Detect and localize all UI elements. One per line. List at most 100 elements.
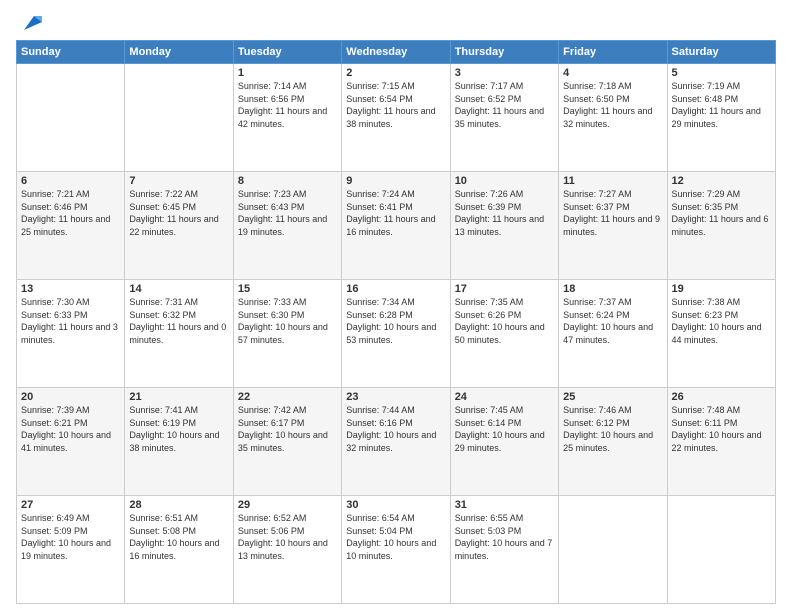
calendar-cell: 28Sunrise: 6:51 AM Sunset: 5:08 PM Dayli… bbox=[125, 496, 233, 604]
day-header-wednesday: Wednesday bbox=[342, 41, 450, 64]
day-info: Sunrise: 7:31 AM Sunset: 6:32 PM Dayligh… bbox=[129, 296, 228, 346]
day-info: Sunrise: 7:48 AM Sunset: 6:11 PM Dayligh… bbox=[672, 404, 771, 454]
day-info: Sunrise: 7:22 AM Sunset: 6:45 PM Dayligh… bbox=[129, 188, 228, 238]
day-number: 9 bbox=[346, 175, 445, 187]
day-info: Sunrise: 7:35 AM Sunset: 6:26 PM Dayligh… bbox=[455, 296, 554, 346]
calendar-cell: 4Sunrise: 7:18 AM Sunset: 6:50 PM Daylig… bbox=[559, 64, 667, 172]
day-number: 22 bbox=[238, 391, 337, 403]
day-info: Sunrise: 7:42 AM Sunset: 6:17 PM Dayligh… bbox=[238, 404, 337, 454]
calendar-cell: 6Sunrise: 7:21 AM Sunset: 6:46 PM Daylig… bbox=[17, 172, 125, 280]
day-number: 3 bbox=[455, 67, 554, 79]
day-info: Sunrise: 7:38 AM Sunset: 6:23 PM Dayligh… bbox=[672, 296, 771, 346]
day-info: Sunrise: 7:27 AM Sunset: 6:37 PM Dayligh… bbox=[563, 188, 662, 238]
day-number: 1 bbox=[238, 67, 337, 79]
day-number: 2 bbox=[346, 67, 445, 79]
calendar-cell: 20Sunrise: 7:39 AM Sunset: 6:21 PM Dayli… bbox=[17, 388, 125, 496]
day-info: Sunrise: 7:39 AM Sunset: 6:21 PM Dayligh… bbox=[21, 404, 120, 454]
calendar-cell: 2Sunrise: 7:15 AM Sunset: 6:54 PM Daylig… bbox=[342, 64, 450, 172]
day-info: Sunrise: 7:21 AM Sunset: 6:46 PM Dayligh… bbox=[21, 188, 120, 238]
header bbox=[16, 12, 776, 34]
day-number: 30 bbox=[346, 499, 445, 511]
day-info: Sunrise: 6:51 AM Sunset: 5:08 PM Dayligh… bbox=[129, 512, 228, 562]
calendar-table: SundayMondayTuesdayWednesdayThursdayFrid… bbox=[16, 40, 776, 604]
day-number: 23 bbox=[346, 391, 445, 403]
calendar-cell: 5Sunrise: 7:19 AM Sunset: 6:48 PM Daylig… bbox=[667, 64, 775, 172]
day-number: 15 bbox=[238, 283, 337, 295]
calendar-cell: 10Sunrise: 7:26 AM Sunset: 6:39 PM Dayli… bbox=[450, 172, 558, 280]
calendar-week-4: 20Sunrise: 7:39 AM Sunset: 6:21 PM Dayli… bbox=[17, 388, 776, 496]
day-number: 4 bbox=[563, 67, 662, 79]
day-number: 10 bbox=[455, 175, 554, 187]
day-number: 26 bbox=[672, 391, 771, 403]
day-number: 25 bbox=[563, 391, 662, 403]
day-number: 7 bbox=[129, 175, 228, 187]
day-number: 17 bbox=[455, 283, 554, 295]
day-info: Sunrise: 7:17 AM Sunset: 6:52 PM Dayligh… bbox=[455, 80, 554, 130]
day-info: Sunrise: 7:46 AM Sunset: 6:12 PM Dayligh… bbox=[563, 404, 662, 454]
calendar-cell: 26Sunrise: 7:48 AM Sunset: 6:11 PM Dayli… bbox=[667, 388, 775, 496]
calendar-cell: 23Sunrise: 7:44 AM Sunset: 6:16 PM Dayli… bbox=[342, 388, 450, 496]
day-info: Sunrise: 7:14 AM Sunset: 6:56 PM Dayligh… bbox=[238, 80, 337, 130]
day-header-friday: Friday bbox=[559, 41, 667, 64]
day-number: 24 bbox=[455, 391, 554, 403]
day-info: Sunrise: 7:41 AM Sunset: 6:19 PM Dayligh… bbox=[129, 404, 228, 454]
day-header-tuesday: Tuesday bbox=[233, 41, 341, 64]
calendar-cell: 12Sunrise: 7:29 AM Sunset: 6:35 PM Dayli… bbox=[667, 172, 775, 280]
calendar-cell: 8Sunrise: 7:23 AM Sunset: 6:43 PM Daylig… bbox=[233, 172, 341, 280]
calendar-cell: 18Sunrise: 7:37 AM Sunset: 6:24 PM Dayli… bbox=[559, 280, 667, 388]
calendar-week-5: 27Sunrise: 6:49 AM Sunset: 5:09 PM Dayli… bbox=[17, 496, 776, 604]
calendar-cell bbox=[559, 496, 667, 604]
calendar-cell bbox=[667, 496, 775, 604]
calendar-cell: 3Sunrise: 7:17 AM Sunset: 6:52 PM Daylig… bbox=[450, 64, 558, 172]
day-info: Sunrise: 7:15 AM Sunset: 6:54 PM Dayligh… bbox=[346, 80, 445, 130]
day-number: 31 bbox=[455, 499, 554, 511]
day-info: Sunrise: 7:34 AM Sunset: 6:28 PM Dayligh… bbox=[346, 296, 445, 346]
day-number: 13 bbox=[21, 283, 120, 295]
calendar-cell: 30Sunrise: 6:54 AM Sunset: 5:04 PM Dayli… bbox=[342, 496, 450, 604]
calendar-week-3: 13Sunrise: 7:30 AM Sunset: 6:33 PM Dayli… bbox=[17, 280, 776, 388]
calendar-cell: 24Sunrise: 7:45 AM Sunset: 6:14 PM Dayli… bbox=[450, 388, 558, 496]
day-info: Sunrise: 7:45 AM Sunset: 6:14 PM Dayligh… bbox=[455, 404, 554, 454]
day-info: Sunrise: 7:19 AM Sunset: 6:48 PM Dayligh… bbox=[672, 80, 771, 130]
day-info: Sunrise: 6:55 AM Sunset: 5:03 PM Dayligh… bbox=[455, 512, 554, 562]
day-number: 5 bbox=[672, 67, 771, 79]
day-header-sunday: Sunday bbox=[17, 41, 125, 64]
calendar-cell: 21Sunrise: 7:41 AM Sunset: 6:19 PM Dayli… bbox=[125, 388, 233, 496]
day-info: Sunrise: 6:49 AM Sunset: 5:09 PM Dayligh… bbox=[21, 512, 120, 562]
day-number: 27 bbox=[21, 499, 120, 511]
day-number: 21 bbox=[129, 391, 228, 403]
calendar-body: 1Sunrise: 7:14 AM Sunset: 6:56 PM Daylig… bbox=[17, 64, 776, 604]
day-number: 20 bbox=[21, 391, 120, 403]
day-info: Sunrise: 7:30 AM Sunset: 6:33 PM Dayligh… bbox=[21, 296, 120, 346]
calendar-cell: 9Sunrise: 7:24 AM Sunset: 6:41 PM Daylig… bbox=[342, 172, 450, 280]
calendar-cell: 19Sunrise: 7:38 AM Sunset: 6:23 PM Dayli… bbox=[667, 280, 775, 388]
calendar-cell: 22Sunrise: 7:42 AM Sunset: 6:17 PM Dayli… bbox=[233, 388, 341, 496]
calendar-cell: 1Sunrise: 7:14 AM Sunset: 6:56 PM Daylig… bbox=[233, 64, 341, 172]
calendar-cell: 31Sunrise: 6:55 AM Sunset: 5:03 PM Dayli… bbox=[450, 496, 558, 604]
day-info: Sunrise: 7:18 AM Sunset: 6:50 PM Dayligh… bbox=[563, 80, 662, 130]
day-number: 29 bbox=[238, 499, 337, 511]
day-number: 28 bbox=[129, 499, 228, 511]
calendar-cell: 7Sunrise: 7:22 AM Sunset: 6:45 PM Daylig… bbox=[125, 172, 233, 280]
calendar-week-1: 1Sunrise: 7:14 AM Sunset: 6:56 PM Daylig… bbox=[17, 64, 776, 172]
day-info: Sunrise: 7:23 AM Sunset: 6:43 PM Dayligh… bbox=[238, 188, 337, 238]
calendar-cell: 13Sunrise: 7:30 AM Sunset: 6:33 PM Dayli… bbox=[17, 280, 125, 388]
calendar-cell bbox=[17, 64, 125, 172]
day-info: Sunrise: 7:33 AM Sunset: 6:30 PM Dayligh… bbox=[238, 296, 337, 346]
day-number: 6 bbox=[21, 175, 120, 187]
calendar-cell: 29Sunrise: 6:52 AM Sunset: 5:06 PM Dayli… bbox=[233, 496, 341, 604]
day-number: 18 bbox=[563, 283, 662, 295]
day-info: Sunrise: 6:54 AM Sunset: 5:04 PM Dayligh… bbox=[346, 512, 445, 562]
day-header-thursday: Thursday bbox=[450, 41, 558, 64]
logo bbox=[16, 12, 42, 34]
day-number: 14 bbox=[129, 283, 228, 295]
calendar-cell: 25Sunrise: 7:46 AM Sunset: 6:12 PM Dayli… bbox=[559, 388, 667, 496]
calendar-header: SundayMondayTuesdayWednesdayThursdayFrid… bbox=[17, 41, 776, 64]
calendar-cell: 17Sunrise: 7:35 AM Sunset: 6:26 PM Dayli… bbox=[450, 280, 558, 388]
logo-icon bbox=[20, 12, 42, 34]
day-number: 19 bbox=[672, 283, 771, 295]
calendar-cell: 15Sunrise: 7:33 AM Sunset: 6:30 PM Dayli… bbox=[233, 280, 341, 388]
page: SundayMondayTuesdayWednesdayThursdayFrid… bbox=[0, 0, 792, 612]
day-number: 11 bbox=[563, 175, 662, 187]
day-info: Sunrise: 7:44 AM Sunset: 6:16 PM Dayligh… bbox=[346, 404, 445, 454]
